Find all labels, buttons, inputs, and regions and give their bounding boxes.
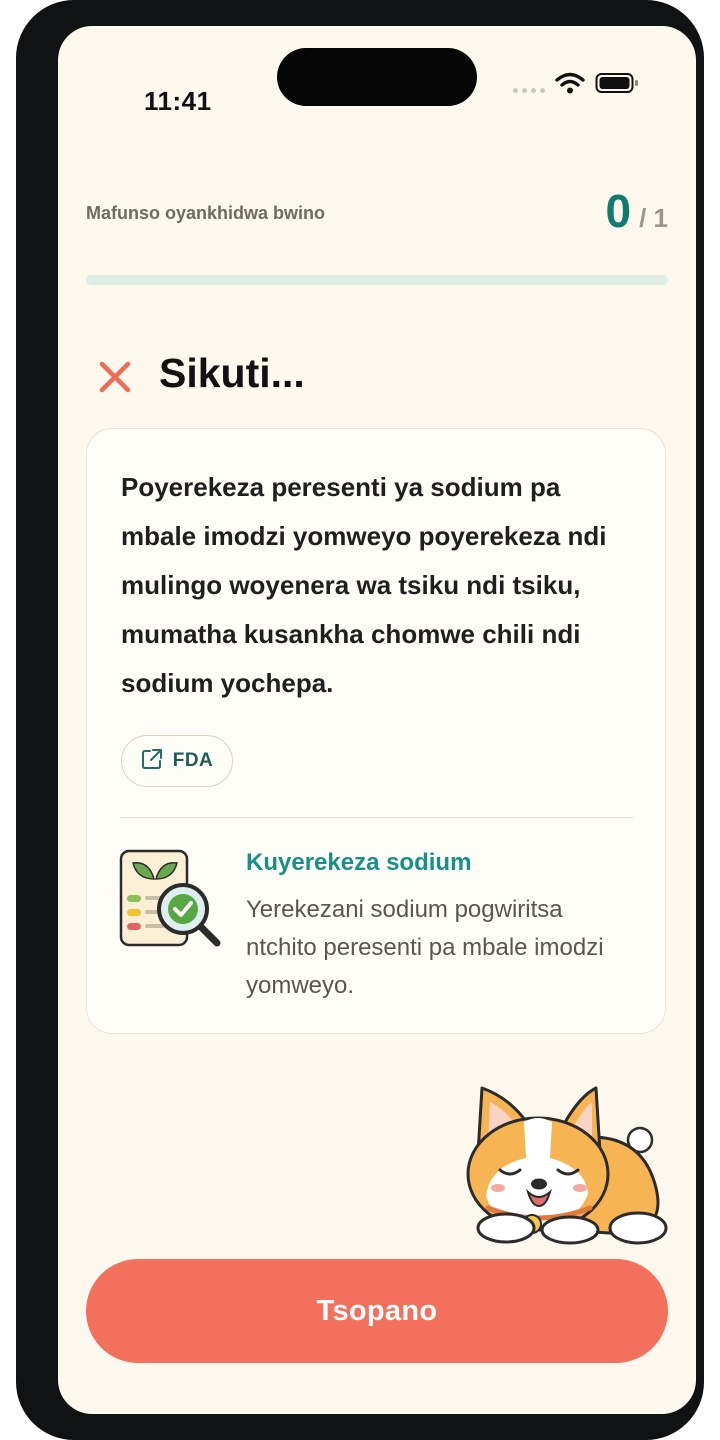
status-time: 11:41 bbox=[144, 86, 212, 116]
divider bbox=[121, 817, 633, 818]
tip-body: Yerekezani sodium pogwiritsa ntchito per… bbox=[246, 896, 604, 999]
status-icons bbox=[513, 68, 639, 98]
dynamic-island bbox=[277, 48, 477, 106]
score-total: / 1 bbox=[639, 203, 668, 233]
source-link-button[interactable]: FDA bbox=[121, 735, 233, 787]
external-link-icon bbox=[141, 748, 163, 775]
wifi-icon bbox=[555, 72, 585, 94]
battery-icon bbox=[595, 72, 639, 94]
explanation-card: Poyerekeza peresenti ya sodium pa mbale … bbox=[86, 428, 666, 1034]
close-icon bbox=[98, 360, 132, 399]
score-counter: 0 / 1 bbox=[605, 188, 668, 234]
progress-label: Mafunso oyankhidwa bwino bbox=[86, 203, 326, 223]
explanation-text: Poyerekeza peresenti ya sodium pa mbale … bbox=[121, 472, 607, 698]
result-title: Sikuti... bbox=[159, 350, 305, 396]
source-label: FDA bbox=[172, 750, 214, 771]
nutrition-label-magnifier-icon bbox=[117, 849, 223, 956]
app-screen: 11:41 Mafunso oyankhidwa bwino 0 / 1 Sik… bbox=[58, 26, 696, 1414]
continue-button[interactable]: Tsopano bbox=[86, 1259, 668, 1363]
tip-title: Kuyerekeza sodium bbox=[246, 849, 472, 876]
phone-frame: 11:41 Mafunso oyankhidwa bwino 0 / 1 Sik… bbox=[16, 0, 704, 1440]
score-value: 0 bbox=[605, 185, 632, 237]
sleeping-corgi-mascot bbox=[466, 1078, 672, 1251]
signal-dots-icon bbox=[513, 87, 545, 93]
progress-bar bbox=[86, 275, 668, 285]
